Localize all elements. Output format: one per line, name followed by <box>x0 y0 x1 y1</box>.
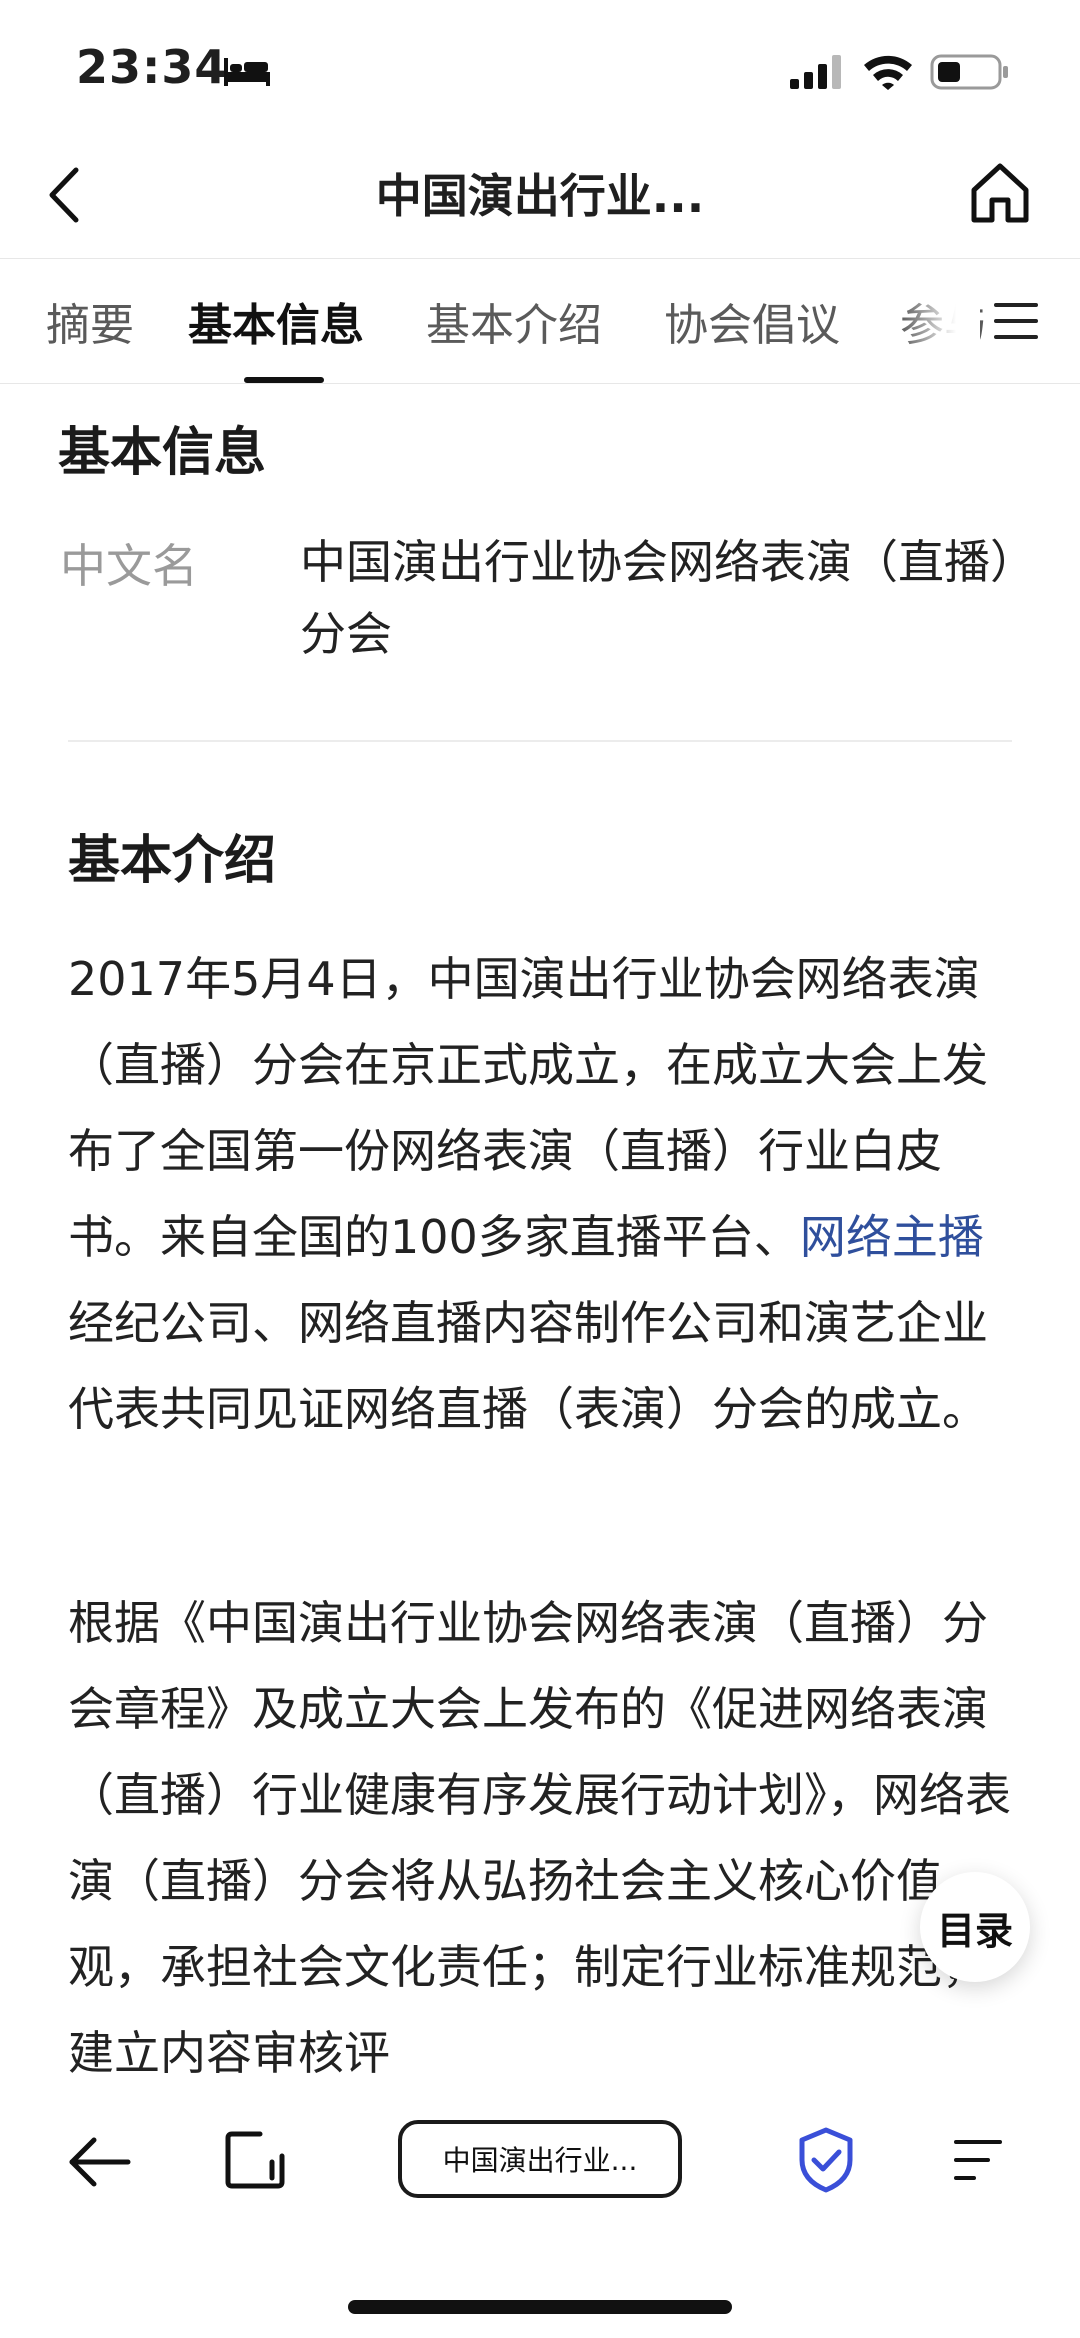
window-tabs-icon[interactable] <box>224 2128 286 2192</box>
home-icon[interactable] <box>968 160 1032 226</box>
home-indicator <box>348 2300 732 2314</box>
menu-icon[interactable] <box>992 299 1040 343</box>
section-divider <box>68 740 1012 742</box>
basic-info-heading: 基本信息 <box>58 423 267 483</box>
back-chevron-icon[interactable] <box>40 160 90 230</box>
info-value-chinese-name: 中国演出行业协会网络表演（直播）分会 <box>300 535 1013 661</box>
intro-text-part-2: 经纪公司、网络直播内容制作公司和演艺企业代表共同见证网络直播（表演）分会的成立。 <box>68 1296 988 1436</box>
link-network-anchor[interactable]: 网络主播 <box>800 1210 984 1264</box>
status-time: 23:34 <box>76 40 228 94</box>
tab-basic-intro[interactable]: 基本介绍 <box>426 289 602 353</box>
tab-basic-info[interactable]: 基本信息 <box>188 289 364 353</box>
tab-summary[interactable]: 摘要 <box>46 289 134 353</box>
section-tabs: 摘要 基本信息 基本介绍 协会倡议 参与 <box>0 258 1080 384</box>
more-menu-icon[interactable] <box>950 2134 1006 2188</box>
current-tab-pill[interactable]: 中国演出行业... <box>398 2120 682 2198</box>
table-of-contents-button[interactable]: 目录 <box>920 1872 1030 1982</box>
cellular-signal-icon <box>790 55 841 89</box>
intro-paragraph-1: 2017年5月4日，中国演出行业协会网络表演（直播）分会在京正式成立，在成立大会… <box>68 936 1028 1452</box>
wifi-icon <box>864 55 912 90</box>
bottom-toolbar: 中国演出行业... <box>0 2090 1080 2230</box>
intro-paragraph-2: 根据《中国演出行业协会网络表演（直播）分会章程》及成立大会上发布的《促进网络表演… <box>68 1596 1011 2080</box>
info-label-chinese-name: 中文名 <box>60 539 198 593</box>
page-title: 中国演出行业... <box>375 169 705 223</box>
active-tab-indicator <box>244 377 324 383</box>
tab-association-initiative[interactable]: 协会倡议 <box>664 289 840 353</box>
battery-icon <box>930 54 1008 90</box>
sleep-focus-icon <box>224 58 270 86</box>
tab-fade <box>900 259 980 383</box>
basic-intro-heading: 基本介绍 <box>68 831 277 891</box>
shield-check-icon[interactable] <box>796 2126 856 2194</box>
browser-back-icon[interactable] <box>66 2134 132 2190</box>
